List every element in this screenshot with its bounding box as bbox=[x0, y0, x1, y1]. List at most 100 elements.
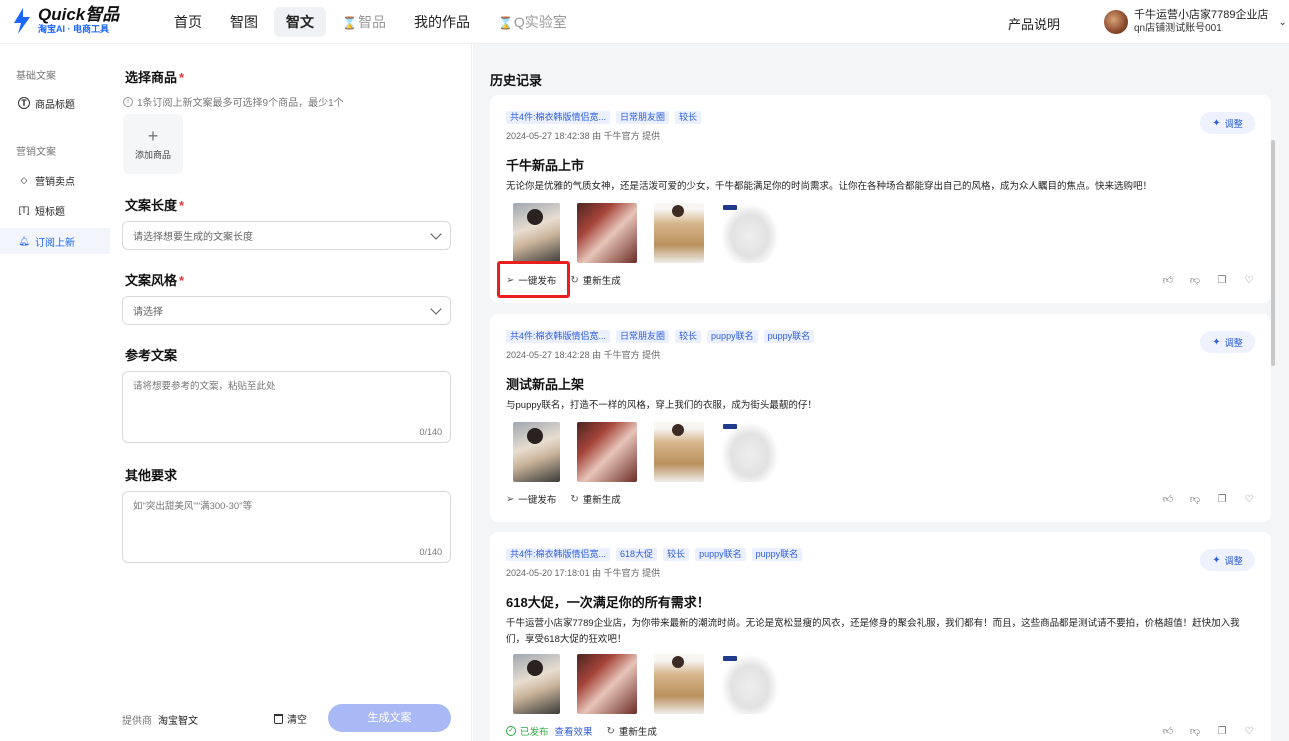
thumbs-up-icon[interactable]: 👍︎ bbox=[1162, 494, 1174, 506]
style-select[interactable]: 请选择 bbox=[122, 296, 451, 325]
provider-value: 淘宝智文 bbox=[158, 716, 198, 727]
sidebar: 基础文案 T 商品标题 营销文案 ◇ 营销卖点 [T] 短标题 🔔︎ 订阅上新 bbox=[0, 44, 110, 741]
tag: 日常朋友圈 bbox=[616, 330, 670, 343]
diamond-icon: ◇ bbox=[20, 174, 28, 185]
reference-textarea[interactable]: 请将想要参考的文案，粘贴至此处 0/140 bbox=[122, 371, 451, 443]
other-requirements-textarea[interactable]: 如"突出甜美风""满300-30"等 0/140 bbox=[122, 491, 451, 563]
copy-icon[interactable]: ❐ bbox=[1216, 275, 1228, 287]
length-select[interactable]: 请选择想要生成的文案长度 bbox=[122, 221, 451, 250]
copy-form: 选择商品 * i 1条订阅上新文案最多可选择9个商品，最少1个 + 添加商品 文案… bbox=[110, 44, 472, 741]
product-image[interactable] bbox=[513, 422, 560, 482]
history-card: 共4件:棉衣韩版情侣宽... 日常朋友圈 较长 2024-05-27 18:42… bbox=[490, 95, 1271, 303]
adjust-button[interactable]: ✦ 调整 bbox=[1200, 331, 1255, 353]
sidebar-item-product-title[interactable]: T 商品标题 bbox=[0, 90, 110, 116]
product-image[interactable] bbox=[654, 203, 704, 263]
user-menu[interactable]: 千牛运营小店家7789企业店 qn店铺测试账号001 ⌄ bbox=[1104, 9, 1287, 35]
copy-icon[interactable]: ❐ bbox=[1216, 726, 1228, 738]
regenerate-button[interactable]: ↻ 重新生成 bbox=[570, 492, 620, 507]
bell-icon: 🔔︎ bbox=[18, 235, 30, 246]
nav-home[interactable]: 首页 bbox=[162, 7, 214, 37]
sidebar-group-marketing: 营销文案 bbox=[16, 147, 56, 158]
card-meta: 2024-05-27 18:42:28 由 千牛官方 提供 bbox=[506, 350, 661, 360]
view-effect-link[interactable]: 查看效果 bbox=[555, 724, 593, 738]
sparkle-icon: ✦ bbox=[1212, 336, 1221, 348]
product-image[interactable] bbox=[513, 654, 560, 714]
refresh-icon: ↻ bbox=[606, 725, 615, 737]
card-body: 与puppy联名，打造不一样的风格，穿上我们的衣服，成为街头最靓的仔！ bbox=[506, 400, 817, 411]
avatar bbox=[1104, 10, 1128, 34]
sidebar-item-subscribe-new[interactable]: 🔔︎ 订阅上新 bbox=[0, 228, 110, 254]
product-thumbnails bbox=[513, 422, 779, 482]
plus-icon: + bbox=[147, 126, 159, 146]
card-actions: ➢ 一键发布 ↻ 重新生成 bbox=[506, 492, 621, 507]
product-image[interactable] bbox=[721, 422, 779, 482]
tag: 日常朋友圈 bbox=[616, 111, 670, 124]
product-image[interactable] bbox=[721, 654, 779, 714]
sidebar-item-short-title[interactable]: [T] 短标题 bbox=[0, 197, 110, 223]
main-nav: 首页 智图 智文 ⌛智品 我的作品 ⌛Q实验室 bbox=[162, 7, 579, 37]
clear-button[interactable]: 清空 bbox=[274, 711, 307, 726]
feedback-actions: 👍︎ 👎︎ ❐ ♡ bbox=[1162, 726, 1255, 738]
nav-my-works[interactable]: 我的作品 bbox=[402, 7, 482, 37]
tag: puppy联名 bbox=[763, 330, 815, 343]
publish-button[interactable]: ➢ 一键发布 bbox=[506, 273, 556, 288]
user-account: qn店铺测试账号001 bbox=[1134, 23, 1222, 34]
regenerate-button[interactable]: ↻ 重新生成 bbox=[570, 273, 620, 288]
heart-icon[interactable]: ♡ bbox=[1243, 494, 1255, 506]
chevron-down-icon bbox=[430, 227, 442, 240]
adjust-button[interactable]: ✦ 调整 bbox=[1200, 112, 1255, 134]
history-scrollbar[interactable] bbox=[1271, 140, 1275, 366]
card-body: 千牛运营小店家7789企业店，为你带来最新的潮流时尚。无论是宽松显瘦的风衣，还是… bbox=[506, 618, 1240, 645]
heart-icon[interactable]: ♡ bbox=[1243, 726, 1255, 738]
tag: puppy联名 bbox=[707, 330, 758, 343]
thumbs-up-icon[interactable]: 👍︎ bbox=[1162, 726, 1174, 738]
heart-icon[interactable]: ♡ bbox=[1243, 275, 1255, 287]
sidebar-item-selling-points[interactable]: ◇ 营销卖点 bbox=[0, 167, 110, 193]
product-image[interactable] bbox=[577, 203, 637, 263]
product-image[interactable] bbox=[513, 203, 560, 263]
card-actions: ✓ 已发布 查看效果 ↻ 重新生成 bbox=[506, 724, 657, 738]
product-doc-link[interactable]: 产品说明 bbox=[1008, 14, 1060, 33]
nav-smart-product[interactable]: ⌛智品 bbox=[330, 7, 398, 37]
product-image[interactable] bbox=[577, 422, 637, 482]
chevron-down-icon: ⌄ bbox=[1278, 16, 1287, 28]
tag-list: 共4件:棉衣韩版情侣宽... 日常朋友圈 较长 bbox=[506, 111, 702, 124]
nav-smart-image[interactable]: 智图 bbox=[218, 7, 270, 37]
thumbs-up-icon[interactable]: 👍︎ bbox=[1162, 275, 1174, 287]
card-title: 618大促，一次满足你的所有需求！ bbox=[506, 595, 710, 610]
product-image[interactable] bbox=[721, 203, 779, 263]
reference-label: 参考文案 bbox=[125, 348, 178, 363]
card-title: 测试新品上架 bbox=[506, 377, 585, 392]
copy-icon[interactable]: ❐ bbox=[1216, 494, 1228, 506]
goods-label: 选择商品 * bbox=[125, 70, 185, 85]
thumbs-down-icon[interactable]: 👎︎ bbox=[1189, 275, 1201, 287]
brand-logo[interactable]: Quick智品 淘宝AI · 电商工具 bbox=[12, 6, 119, 35]
adjust-button[interactable]: ✦ 调整 bbox=[1200, 549, 1255, 571]
thumbs-down-icon[interactable]: 👎︎ bbox=[1189, 494, 1201, 506]
other-requirements-label: 其他要求 bbox=[125, 468, 178, 483]
card-body: 无论你是优雅的气质女神，还是活泼可爱的少女，千牛都能满足你的时尚需求。让你在各种… bbox=[506, 181, 1153, 192]
tag: 共4件:棉衣韩版情侣宽... bbox=[506, 111, 611, 124]
chevron-down-icon bbox=[430, 302, 442, 315]
nav-smart-copy[interactable]: 智文 bbox=[274, 7, 326, 37]
refresh-icon: ↻ bbox=[570, 493, 579, 505]
product-image[interactable] bbox=[654, 654, 704, 714]
nav-q-lab[interactable]: ⌛Q实验室 bbox=[486, 7, 579, 37]
publish-button[interactable]: ➢ 一键发布 bbox=[506, 492, 556, 507]
generate-button[interactable]: 生成文案 bbox=[328, 704, 451, 732]
card-actions: ➢ 一键发布 ↻ 重新生成 bbox=[506, 273, 621, 288]
goods-hint: i 1条订阅上新文案最多可选择9个商品，最少1个 bbox=[123, 94, 344, 109]
brand-subtitle: 淘宝AI · 电商工具 bbox=[38, 24, 109, 34]
tag: 较长 bbox=[675, 111, 702, 124]
regenerate-button[interactable]: ↻ 重新生成 bbox=[606, 724, 657, 739]
feedback-actions: 👍︎ 👎︎ ❐ ♡ bbox=[1162, 494, 1255, 506]
style-label: 文案风格 * bbox=[125, 273, 185, 288]
product-image[interactable] bbox=[654, 422, 704, 482]
thumbs-down-icon[interactable]: 👎︎ bbox=[1189, 726, 1201, 738]
send-icon: ➢ bbox=[506, 274, 515, 286]
product-image[interactable] bbox=[577, 654, 637, 714]
add-goods-button[interactable]: + 添加商品 bbox=[123, 114, 183, 174]
title-icon: T bbox=[18, 97, 30, 109]
sparkle-icon: ✦ bbox=[1212, 554, 1221, 566]
info-icon: i bbox=[123, 96, 133, 107]
